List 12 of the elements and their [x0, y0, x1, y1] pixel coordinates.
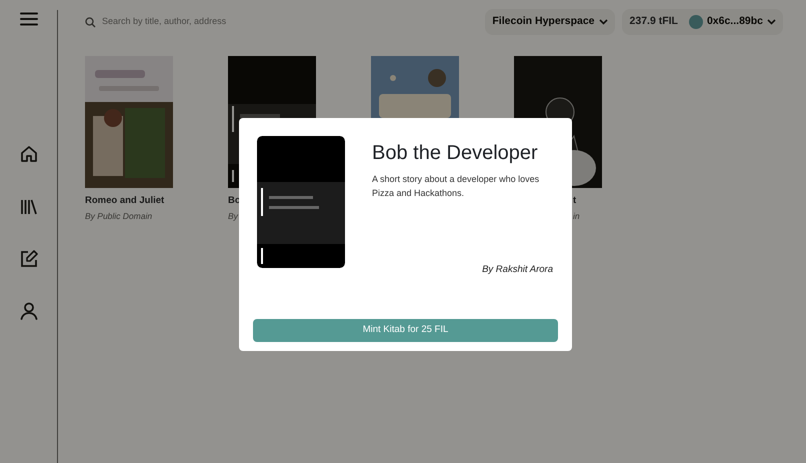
book-description: A short story about a developer who loves Pizza and Hackathons.: [372, 173, 540, 200]
book-author: in: [572, 210, 581, 223]
account-dropdown[interactable]: 0x6c...89bc: [686, 14, 779, 30]
book-title[interactable]: Romeo and Juliet: [85, 194, 173, 208]
search-field[interactable]: Search by title, author, address: [102, 15, 362, 29]
network-dropdown[interactable]: Filecoin Hyperspace: [485, 9, 615, 35]
book-author: By Rakshit Arora: [481, 262, 553, 277]
book-author: By: [228, 210, 240, 223]
dialog-title: Bob the Developer: [372, 141, 539, 165]
book-author: By Public Domain: [85, 210, 154, 223]
balance-text: 237.9 tFIL: [630, 14, 678, 30]
mint-button[interactable]: Mint Kitab for 25 FIL: [253, 319, 558, 342]
